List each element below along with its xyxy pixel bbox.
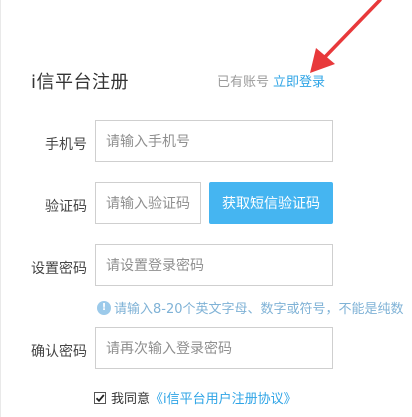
annotation-arrow-icon <box>310 0 382 73</box>
